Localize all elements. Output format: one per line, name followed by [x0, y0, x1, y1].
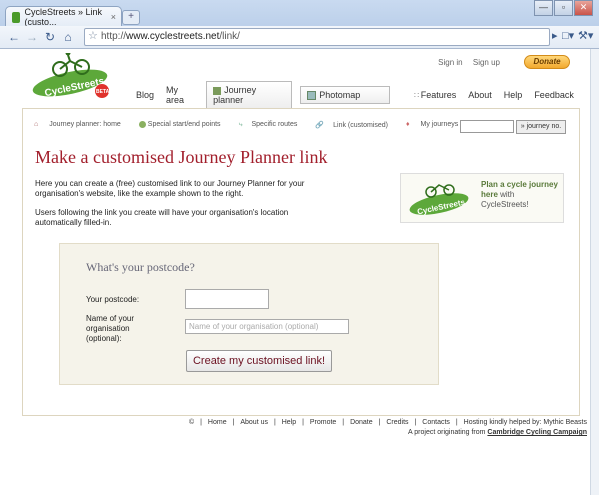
footer-home-link[interactable]: Home	[208, 419, 227, 426]
window-controls: — ▫ ✕	[533, 0, 593, 16]
journeys-icon: ♦	[405, 121, 410, 128]
wrench-menu-icon[interactable]: ⚒▾	[578, 29, 593, 42]
browser-tab[interactable]: CycleStreets » Link (custo... ×	[5, 6, 122, 27]
copyright-icon: ©	[189, 419, 195, 426]
subnav-home[interactable]: ⌂ Journey planner: home	[34, 121, 130, 129]
house-icon: ⌂	[34, 121, 39, 128]
subnav-special-points[interactable]: Special start/end points	[138, 121, 230, 129]
journey-planner-icon	[213, 86, 222, 95]
tab-title: CycleStreets » Link (custo...	[24, 7, 103, 27]
browser-toolbar: ← → ↻ ⌂ ☆ http://www.cyclestreets.net/li…	[0, 26, 599, 49]
point-icon	[138, 121, 146, 128]
maximize-button[interactable]: ▫	[554, 0, 573, 16]
nav-help[interactable]: Help	[502, 87, 525, 103]
nav-features[interactable]: ∷ Features	[412, 87, 458, 103]
svg-text:BETA: BETA	[96, 89, 110, 95]
nav-photomap[interactable]: Photomap	[300, 85, 391, 105]
tab-close-icon[interactable]: ×	[111, 12, 116, 22]
nav-feedback[interactable]: Feedback	[532, 87, 576, 103]
new-tab-button[interactable]: +	[122, 10, 140, 25]
intro-paragraph-1: Here you can create a (free) customised …	[35, 179, 305, 198]
link-icon: 🔗	[315, 122, 325, 129]
form-heading: What's your postcode?	[86, 260, 195, 274]
nav-blog[interactable]: Blog	[134, 87, 156, 103]
nav-my-area[interactable]: My area	[164, 82, 198, 108]
nav-about[interactable]: About	[466, 87, 494, 103]
footer-credits-link[interactable]: Credits	[386, 419, 408, 426]
reload-icon[interactable]: ↻	[42, 29, 58, 45]
close-window-button[interactable]: ✕	[574, 0, 593, 16]
address-bar[interactable]: ☆ http://www.cyclestreets.net/link/	[84, 28, 550, 46]
bookmark-star-icon[interactable]: ☆	[88, 29, 98, 42]
create-link-button[interactable]: Create my customised link!	[186, 350, 332, 372]
footer-donate-link[interactable]: Donate	[350, 419, 373, 426]
minimize-button[interactable]: —	[534, 0, 553, 16]
footer-about-link[interactable]: About us	[240, 419, 268, 426]
donate-button[interactable]: Donate	[524, 55, 570, 69]
subnav-specific-routes[interactable]: ⤷ Specific routes	[239, 121, 307, 129]
cambridge-cycling-link[interactable]: Cambridge Cycling Campaign	[487, 429, 587, 436]
url-text: http://www.cyclestreets.net/link/	[101, 31, 240, 42]
intro-text: Here you can create a (free) customised …	[35, 179, 335, 237]
home-icon[interactable]: ⌂	[60, 29, 76, 45]
example-link-promo[interactable]: CycleStreets Plan a cycle journey here w…	[400, 173, 564, 223]
signin-link[interactable]: Sign in	[438, 58, 462, 67]
promo-text: Plan a cycle journey here with CycleStre…	[481, 180, 558, 209]
link-form: What's your postcode? Your postcode: Nam…	[59, 243, 439, 385]
footer-promote-link[interactable]: Promote	[310, 419, 336, 426]
cyclestreets-logo[interactable]: CycleStreets BETA	[30, 53, 120, 101]
main-navigation: Blog My area Journey planner Photomap ∷ …	[134, 81, 584, 109]
vertical-scrollbar[interactable]	[590, 49, 599, 495]
site-footer: © | Home | About us | Help | Promote | D…	[185, 419, 587, 436]
page-menu-icon[interactable]: □▾	[562, 29, 574, 42]
journey-subnav: ⌂ Journey planner: home Special start/en…	[34, 121, 476, 129]
subnav-my-journeys[interactable]: ♦ My journeys	[406, 121, 467, 129]
features-grid-icon: ∷	[414, 91, 421, 100]
promo-logo: CycleStreets	[409, 184, 469, 216]
forward-arrow-icon[interactable]: →	[24, 29, 40, 45]
back-arrow-icon[interactable]: ←	[6, 29, 22, 45]
footer-contacts-link[interactable]: Contacts	[422, 419, 450, 426]
account-links: Sign in Sign up	[430, 58, 500, 67]
journey-number-input[interactable]	[460, 120, 514, 133]
footer-help-link[interactable]: Help	[282, 419, 296, 426]
postcode-input[interactable]	[185, 289, 269, 309]
go-arrow-icon[interactable]: ▸	[552, 29, 558, 42]
postcode-label: Your postcode:	[86, 295, 140, 304]
content-panel: ⌂ Journey planner: home Special start/en…	[22, 108, 580, 416]
intro-paragraph-2: Users following the link you create will…	[35, 208, 289, 227]
journey-number-button[interactable]: » journey no.	[516, 120, 566, 134]
footer-hosting-link[interactable]: Hosting kindly helped by: Mythic Beasts	[464, 419, 587, 426]
organisation-input[interactable]: Name of your organisation (optional)	[185, 319, 349, 334]
site-favicon-icon	[12, 11, 21, 23]
page-title: Make a customised Journey Planner link	[35, 147, 328, 167]
nav-journey-planner[interactable]: Journey planner	[206, 81, 293, 109]
subnav-link-customised[interactable]: 🔗 Link (customised)	[315, 121, 397, 129]
signup-link[interactable]: Sign up	[473, 58, 500, 67]
window-titlebar: CycleStreets » Link (custo... × + — ▫ ✕	[0, 0, 599, 27]
organisation-label: Name of your organisation (optional):	[86, 314, 135, 343]
footer-origin: A project originating from Cambridge Cyc…	[408, 429, 587, 436]
route-icon: ⤷	[238, 121, 243, 128]
footer-links: © | Home | About us | Help | Promote | D…	[189, 419, 587, 426]
photomap-icon	[307, 91, 317, 101]
